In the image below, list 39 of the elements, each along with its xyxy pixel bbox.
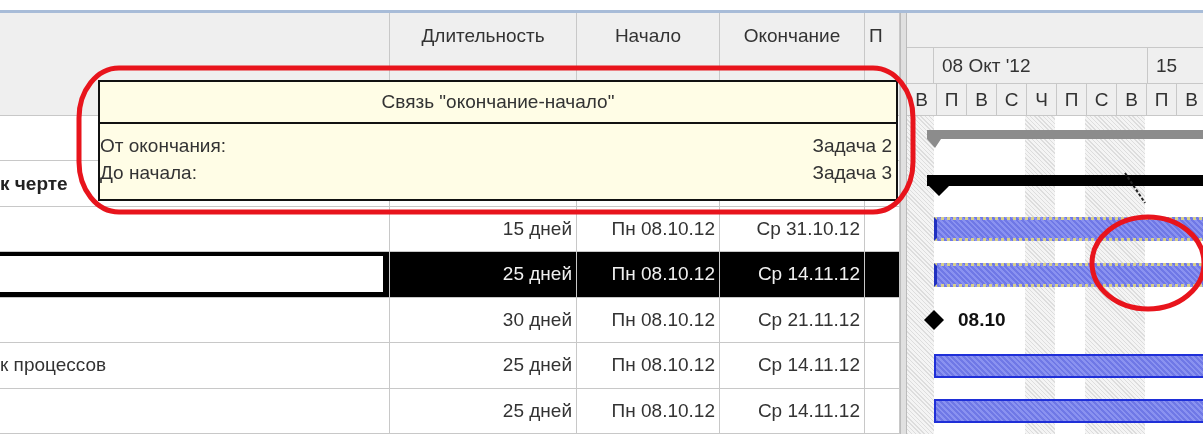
day-label: С [1087, 83, 1117, 115]
splitter-bar[interactable] [900, 13, 907, 434]
milestone-date: 08.10 [958, 309, 1006, 332]
table-cell: Ср 21.11.12 [720, 297, 865, 343]
tooltip-title: Связь "окончание-начало" [100, 82, 896, 124]
table-cell: Пн 08.10.12 [577, 297, 720, 343]
day-label: В [1177, 83, 1203, 115]
week-label: 15 [1147, 47, 1178, 83]
day-label: П [1057, 83, 1087, 115]
day-label: В [1117, 83, 1147, 115]
milestone-icon[interactable] [924, 310, 944, 331]
day-label: П [1147, 83, 1177, 115]
day-label: С [997, 83, 1027, 115]
table-cell: 30 дней [390, 297, 577, 343]
table-cell: Пн 08.10.12 [577, 206, 720, 252]
table-cell: Ср 14.11.12 [720, 343, 865, 388]
day-label: П [937, 83, 967, 115]
table-cell: Ср 31.10.12 [720, 206, 865, 252]
task-bar[interactable] [934, 353, 1203, 378]
task-bar[interactable] [934, 399, 1203, 424]
week-label: 08 Окт '12 [933, 47, 1147, 83]
tooltip-label: От окончания: [100, 134, 227, 158]
table-cell: Пн 08.10.12 [577, 388, 720, 434]
tooltip-label: До начала: [100, 161, 197, 185]
tooltip-value: Задача 3 [812, 161, 892, 185]
table-cell: 25 дней [390, 252, 577, 297]
table-cell: Пн 08.10.12 [577, 252, 720, 297]
task-name-cell: к процессов [0, 343, 390, 388]
day-label: В [907, 83, 937, 115]
table-cell: 25 дней [390, 388, 577, 434]
table-cell: 25 дней [390, 343, 577, 388]
table-cell: 15 дней [390, 206, 577, 252]
link-line [1123, 170, 1147, 205]
table-cell: Ср 14.11.12 [720, 388, 865, 434]
table-cell: Ср 14.11.12 [720, 252, 865, 297]
tooltip-value: Задача 2 [812, 134, 892, 158]
table-cell: Пн 08.10.12 [577, 343, 720, 388]
day-label: В [967, 83, 997, 115]
day-label: Ч [1027, 83, 1057, 115]
